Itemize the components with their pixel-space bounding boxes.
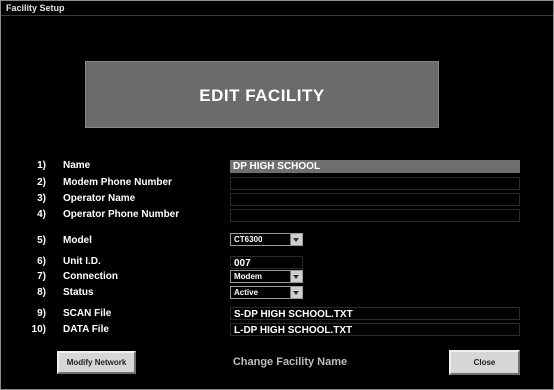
row-number: 4): [37, 209, 46, 220]
edit-facility-banner: EDIT FACILITY: [85, 61, 439, 128]
row-number: 10): [31, 324, 46, 335]
operator-phone-field[interactable]: [230, 209, 520, 222]
data-file-label: DATA File: [63, 324, 109, 335]
row-number: 9): [37, 308, 46, 319]
close-button[interactable]: Close: [449, 350, 520, 375]
scan-file-field[interactable]: S-DP HIGH SCHOOL.TXT: [230, 307, 520, 320]
model-dropdown-button[interactable]: [290, 234, 302, 245]
modem-phone-field[interactable]: [230, 177, 520, 190]
operator-name-label: Operator Name: [63, 193, 136, 204]
status-select[interactable]: Active: [230, 286, 303, 299]
status-dropdown-button[interactable]: [290, 287, 302, 298]
model-label: Model: [63, 235, 92, 246]
facility-setup-window: Facility Setup EDIT FACILITY 1) Name DP …: [0, 0, 554, 390]
modify-network-button[interactable]: Modify Network: [57, 351, 136, 374]
name-label: Name: [63, 160, 91, 171]
chevron-down-icon: [293, 238, 299, 242]
name-field[interactable]: DP HIGH SCHOOL: [230, 160, 520, 173]
change-facility-name-button[interactable]: Change Facility Name: [220, 356, 360, 368]
modem-phone-label: Modem Phone Number: [63, 177, 172, 188]
row-number: 3): [37, 193, 46, 204]
status-label: Status: [63, 287, 94, 298]
row-number: 2): [37, 177, 46, 188]
status-select-value: Active: [234, 288, 259, 297]
row-number: 5): [37, 235, 46, 246]
connection-label: Connection: [63, 271, 118, 282]
window-title: Facility Setup: [6, 3, 65, 13]
row-number: 6): [37, 256, 46, 267]
unit-id-label: Unit I.D.: [63, 256, 101, 267]
connection-select[interactable]: Modem: [230, 270, 303, 283]
connection-dropdown-button[interactable]: [290, 271, 302, 282]
model-select-value: CT6300: [234, 235, 263, 244]
chevron-down-icon: [293, 291, 299, 295]
connection-select-value: Modem: [234, 272, 262, 281]
scan-file-label: SCAN File: [63, 308, 112, 319]
model-select[interactable]: CT6300: [230, 233, 303, 246]
data-file-field[interactable]: L-DP HIGH SCHOOL.TXT: [230, 323, 520, 336]
chevron-down-icon: [293, 275, 299, 279]
unit-id-field[interactable]: 007: [230, 256, 303, 269]
banner-title: EDIT FACILITY: [199, 86, 325, 105]
row-number: 7): [37, 271, 46, 282]
operator-phone-label: Operator Phone Number: [63, 209, 180, 220]
title-bar: Facility Setup: [1, 1, 553, 16]
row-number: 1): [37, 160, 46, 171]
row-number: 8): [37, 287, 46, 298]
operator-name-field[interactable]: [230, 193, 520, 206]
